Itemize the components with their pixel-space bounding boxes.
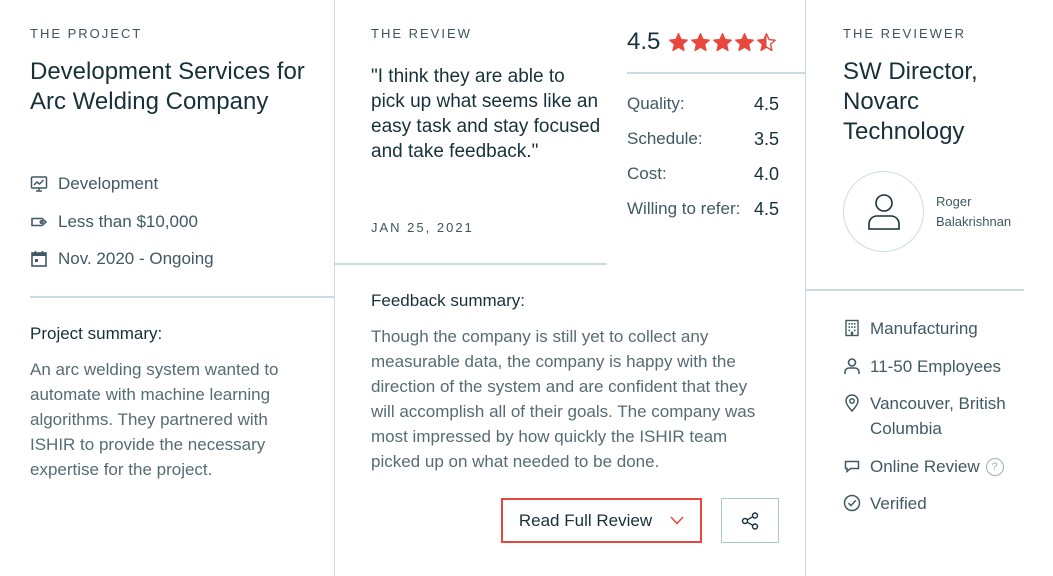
- score-quality: Quality: 4.5: [627, 94, 779, 115]
- avatar: [843, 171, 924, 252]
- read-full-review-label: Read Full Review: [518, 510, 653, 530]
- reviewer-location: Vancouver, British Columbia: [843, 391, 1043, 441]
- project-service: Development: [30, 174, 158, 194]
- reviewer-title: SW Director, Novarc Technology: [843, 58, 978, 145]
- project-summary-heading: Project summary:: [30, 324, 163, 343]
- building-icon: [845, 319, 859, 337]
- project-summary-text: An arc welding system wanted to automate…: [30, 360, 279, 479]
- project-service-label: Development: [58, 174, 159, 193]
- project-title: Development Services for Arc Welding Com…: [30, 58, 305, 115]
- check-circle-icon: [843, 494, 861, 512]
- score-value: 3.5: [753, 129, 779, 149]
- star-icon: [757, 32, 777, 51]
- score-label: Quality:: [627, 94, 685, 113]
- star-icon: [713, 32, 733, 51]
- calendar-icon: [31, 251, 47, 267]
- section-divider: [806, 289, 1024, 291]
- reviewer-verified-label: Verified: [870, 494, 927, 513]
- reviewer-verified: Verified: [843, 491, 927, 516]
- reviewer-eyebrow: THE REVIEWER: [843, 26, 966, 41]
- project-timeline-label: Nov. 2020 - Ongoing: [58, 249, 214, 268]
- reviewer-company-size-label: 11-50 Employees: [870, 357, 1002, 376]
- project-budget-label: Less than $10,000: [58, 212, 198, 231]
- overall-rating-value: 4.5: [627, 28, 661, 55]
- chevron-down-icon: [670, 516, 684, 525]
- reviewer-company-size: 11-50 Employees: [843, 354, 1001, 379]
- star-icon: [691, 32, 711, 51]
- project-timeline: Nov. 2020 - Ongoing: [30, 249, 214, 269]
- star-icon: [669, 32, 689, 51]
- score-label: Cost:: [627, 164, 667, 183]
- star-rating: [668, 32, 777, 53]
- reviewer-name: Roger Balakrishnan: [936, 194, 1012, 229]
- reviewer-review-type: Online Review ?: [843, 454, 1004, 479]
- reviewer-industry-label: Manufacturing: [870, 319, 978, 338]
- review-quote: "I think they are able to pick up what s…: [371, 66, 601, 162]
- score-value: 4.5: [753, 94, 779, 114]
- star-icon: [735, 32, 755, 51]
- monitor-chart-icon: [30, 176, 48, 192]
- score-willing-to-refer: Willing to refer: 4.5: [627, 199, 779, 220]
- location-pin-icon: [845, 394, 859, 412]
- help-icon[interactable]: ?: [985, 458, 1004, 476]
- column-divider: [805, 0, 806, 576]
- score-value: 4.5: [753, 199, 779, 219]
- section-divider: [627, 72, 805, 74]
- share-button[interactable]: [721, 498, 779, 543]
- reviewer-location-label: Vancouver, British Columbia: [870, 394, 1006, 438]
- score-cost: Cost: 4.0: [627, 164, 779, 185]
- feedback-summary-heading: Feedback summary:: [371, 291, 525, 310]
- feedback-summary-text: Though the company is still yet to colle…: [371, 327, 756, 471]
- user-icon: [867, 193, 900, 230]
- column-divider: [334, 0, 335, 576]
- score-schedule: Schedule: 3.5: [627, 129, 779, 150]
- share-icon: [741, 511, 759, 530]
- price-tag-icon: [31, 217, 48, 227]
- section-divider: [30, 296, 334, 298]
- score-value: 4.0: [753, 164, 779, 184]
- overall-rating: 4.5: [627, 28, 777, 56]
- score-label: Schedule:: [627, 129, 703, 148]
- review-date: JAN 25, 2021: [371, 220, 474, 235]
- reviewer-industry: Manufacturing: [843, 316, 978, 341]
- speech-bubble-icon: [844, 460, 860, 474]
- person-icon: [844, 358, 860, 374]
- reviewer-review-type-label: Online Review: [870, 457, 980, 476]
- score-label: Willing to refer:: [627, 199, 741, 218]
- project-budget: Less than $10,000: [30, 212, 198, 232]
- read-full-review-button[interactable]: Read Full Review: [501, 498, 702, 543]
- section-divider: [335, 263, 607, 265]
- review-eyebrow: THE REVIEW: [371, 26, 472, 41]
- project-eyebrow: THE PROJECT: [30, 26, 143, 41]
